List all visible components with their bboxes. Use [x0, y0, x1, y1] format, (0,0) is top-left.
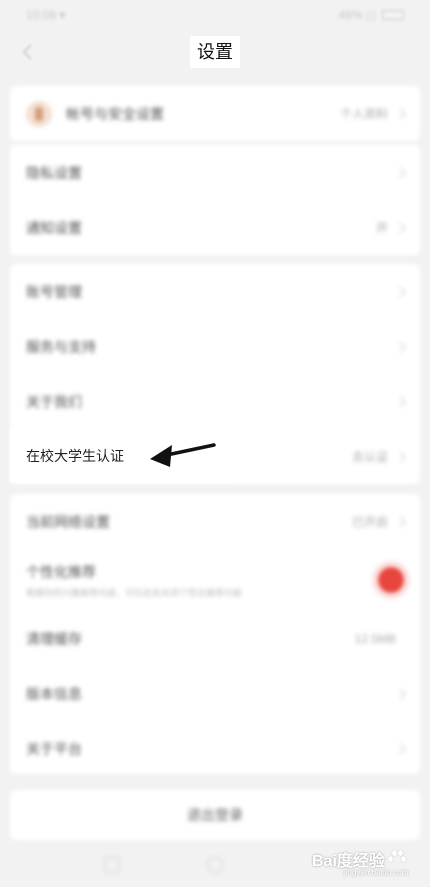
chevron-right-icon: [394, 340, 406, 353]
student-row-value: 去认证: [351, 450, 388, 464]
list-item[interactable]: 当前网络设置 已开启: [10, 494, 420, 549]
list-item[interactable]: 关于我们: [10, 374, 420, 429]
list-item[interactable]: 版本信息: [10, 666, 420, 721]
chevron-right-icon: [394, 166, 406, 179]
status-time: 10:08 ▾: [26, 8, 66, 22]
list-item[interactable]: 隐私设置: [10, 145, 420, 200]
avatar: [26, 100, 52, 127]
list-item-label: 服务与支持: [26, 338, 96, 355]
chevron-right-icon: [394, 395, 406, 408]
list-item[interactable]: 服务与支持: [10, 319, 420, 374]
chevron-right-icon: [394, 221, 406, 234]
section-1-card: 隐私设置 通知设置 开: [10, 145, 420, 255]
home-icon[interactable]: [206, 856, 223, 873]
student-verification-label: 在校大学生认证: [26, 447, 124, 464]
logout-button[interactable]: 退出登录: [10, 790, 420, 840]
list-item-label: 个性化推荐: [26, 563, 96, 580]
settings-screen: 帐号与安全设置 个人资料 隐私设置 通知设置 开 账号管理 服务与支持 关于我们…: [0, 0, 430, 887]
section-3-card: 当前网络设置 已开启 个性化推荐 根据你的兴趣推荐内容，可在此处关闭个性化推荐功…: [10, 494, 420, 774]
header: 设置: [0, 30, 430, 74]
list-item-label: 隐私设置: [26, 164, 82, 181]
back-arrow-icon[interactable]: [14, 38, 42, 66]
list-item-label: 账号管理: [26, 283, 82, 300]
list-item[interactable]: 个性化推荐 根据你的兴趣推荐内容，可在此处关闭个性化推荐功能: [10, 549, 420, 611]
profile-card[interactable]: 帐号与安全设置 个人资料: [10, 86, 420, 141]
watermark-subtext: jingyan.baidu.com: [344, 868, 409, 877]
list-item-value: 已开启: [351, 515, 388, 529]
list-item-subtext: 根据你的兴趣推荐内容，可在此处关闭个性化推荐功能: [26, 587, 243, 598]
battery-icon: [382, 10, 404, 20]
list-item[interactable]: 通知设置 开: [10, 200, 420, 255]
page-title: 设置: [190, 36, 240, 68]
chevron-right-icon: [394, 515, 406, 528]
list-item-label: 版本信息: [26, 685, 82, 702]
list-item[interactable]: 关于平台: [10, 721, 420, 776]
list-item[interactable]: 清理缓存 12.5MB: [10, 611, 420, 666]
profile-value: 个人资料: [339, 107, 388, 121]
list-item-label: 通知设置: [26, 219, 82, 236]
chevron-right-icon: [394, 450, 406, 463]
status-indicators: 46% ◻: [338, 8, 376, 22]
list-item-label: 关于平台: [26, 740, 82, 757]
status-bar: 10:08 ▾ 46% ◻: [0, 0, 430, 30]
annotation-arrow-icon: [150, 443, 216, 467]
paw-icon: [387, 850, 406, 868]
chevron-right-icon: [394, 742, 406, 755]
profile-name: 帐号与安全设置: [66, 105, 164, 122]
chevron-right-icon: [394, 687, 406, 700]
list-item-value: 开: [375, 221, 388, 235]
baidu-jingyan-watermark: Bai度经验 jingyan.baidu.com: [312, 838, 422, 880]
profile-row[interactable]: 帐号与安全设置 个人资料: [10, 86, 420, 141]
list-item-label: 当前网络设置: [26, 513, 110, 530]
list-item-label: 清理缓存: [26, 630, 82, 647]
menu-icon[interactable]: [103, 856, 120, 873]
chevron-right-icon: [394, 285, 406, 298]
chevron-right-icon: [394, 107, 406, 120]
list-item[interactable]: 账号管理: [10, 264, 420, 319]
toggle-switch[interactable]: [378, 567, 404, 593]
list-item-label: 关于我们: [26, 393, 82, 410]
list-item-value: 12.5MB: [354, 631, 396, 646]
